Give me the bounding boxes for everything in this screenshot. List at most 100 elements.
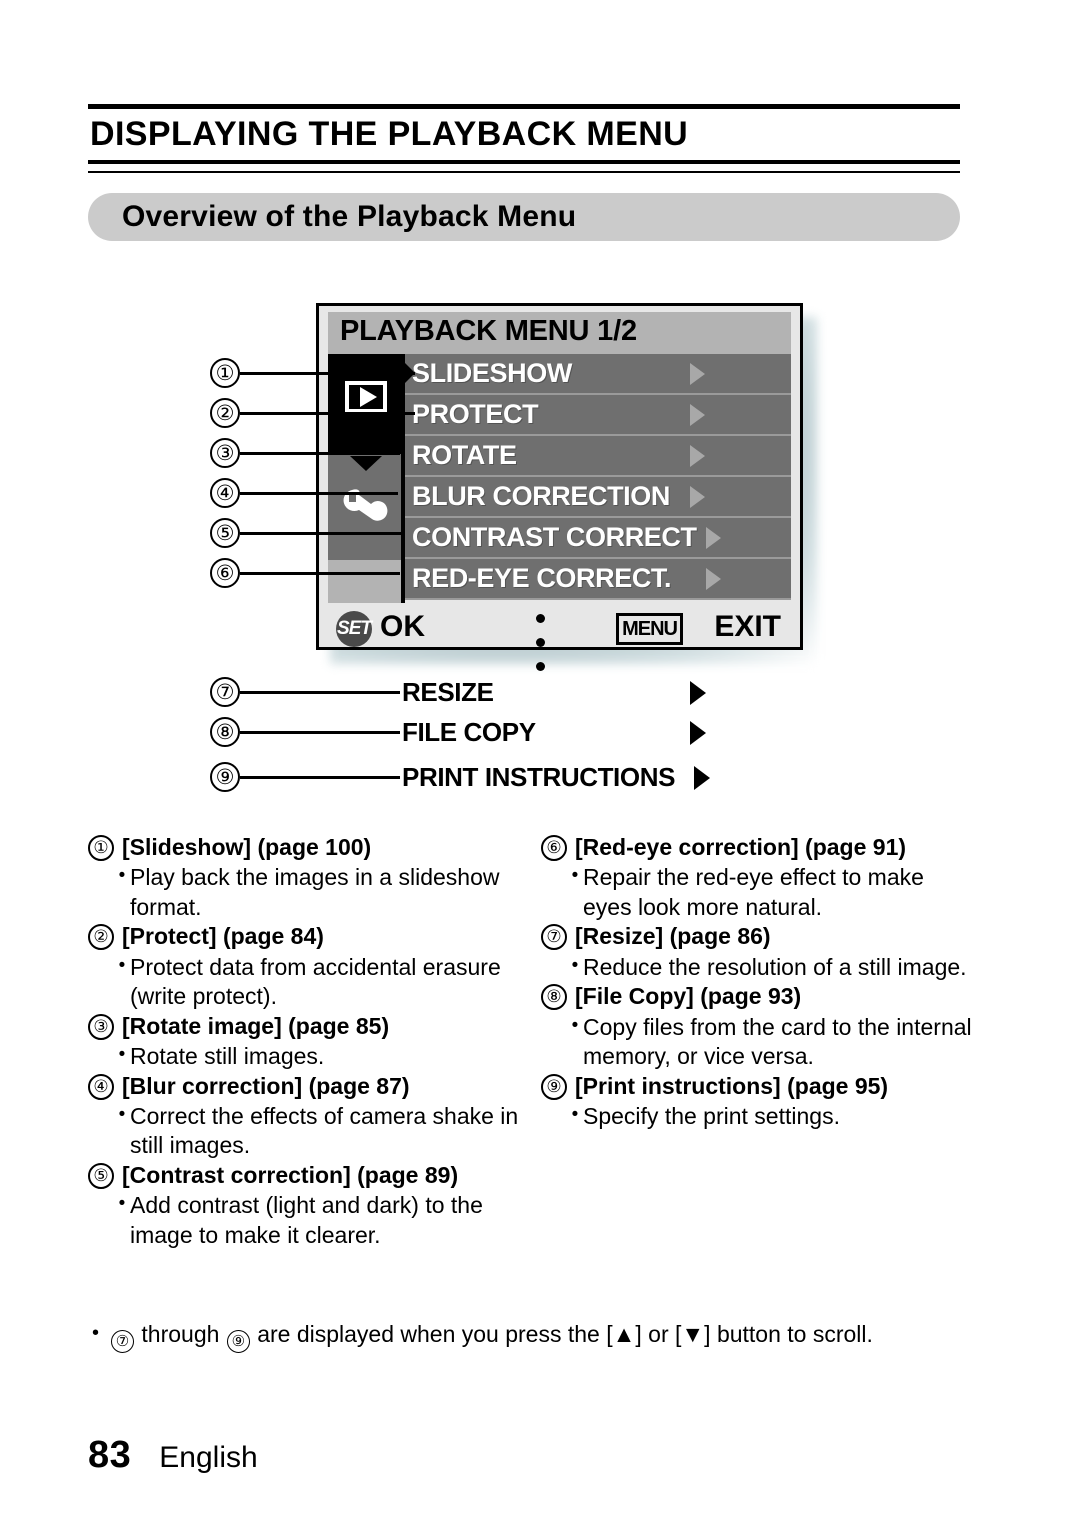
entry-heading: [Slideshow] (page 100) (122, 834, 372, 860)
footer-language: English (159, 1441, 258, 1474)
entry-bullet: Reduce the resolution of a still image. (583, 953, 967, 980)
sidebar-spacer (328, 430, 404, 454)
lcd-sidebar-tabs (328, 354, 404, 603)
entry-heading: [Blur correction] (page 87) (122, 1072, 410, 1099)
lcd-screen: PLAYBACK MENU 1/2 SLIDESHOW PROTECT ROTA… (316, 303, 803, 650)
entry-heading: [Protect] (page 84) (122, 923, 324, 950)
bullet-icon: • (92, 1322, 100, 1344)
description-entry: ⑤ [Contrast correction] (page 89) • Add … (88, 1161, 525, 1250)
ellipsis-dot (536, 638, 545, 647)
menu-row-label: RED-EYE CORRECT. (412, 563, 672, 593)
menu-row-label: ROTATE (412, 440, 517, 470)
callout-2: ② (210, 398, 240, 428)
playback-menu-illustration: PLAYBACK MENU 1/2 SLIDESHOW PROTECT ROTA… (316, 303, 817, 664)
entry-number: ④ (88, 1073, 114, 1100)
lcd-bottom-bar: SET OK MENU EXIT (328, 603, 791, 647)
menu-row-label: SLIDESHOW (412, 358, 572, 388)
entry-number: ② (88, 924, 114, 951)
menu-row[interactable]: RED-EYE CORRECT. (404, 559, 791, 600)
chevron-right-icon (690, 681, 706, 705)
description-entry: ⑧ [File Copy] (page 93) • Copy files fro… (541, 982, 978, 1071)
entry-number: ① (88, 835, 114, 861)
chevron-right-icon (690, 362, 705, 385)
entry-number: ③ (88, 1013, 114, 1040)
sidebar-fill-lower (328, 560, 404, 603)
callout-leader (240, 572, 400, 575)
callout-6: ⑥ (210, 558, 240, 588)
menu-row-label: PROTECT (412, 399, 539, 429)
scroll-item-label[interactable]: FILE COPY (402, 717, 536, 748)
entry-heading: [File Copy] (page 93) (575, 983, 802, 1010)
sidebar-fill-upper (328, 534, 404, 560)
menu-row[interactable]: CONTRAST CORRECT (404, 518, 791, 559)
entry-heading: [Contrast correction] (page 89) (122, 1161, 459, 1188)
description-entry: ③ [Rotate image] (page 85) • Rotate stil… (88, 1012, 525, 1072)
callout-leader (240, 452, 400, 455)
callout-leader (240, 691, 400, 694)
down-arrow-tab-icon[interactable] (328, 454, 404, 476)
entry-bullet: Add contrast (light and dark) to the ima… (130, 1192, 483, 1248)
lcd-menu-title: PLAYBACK MENU 1/2 (340, 315, 637, 347)
entry-number: ⑦ (541, 924, 567, 951)
bullet-icon: • (118, 865, 126, 887)
scroll-item-label[interactable]: PRINT INSTRUCTIONS (402, 762, 675, 793)
section-title: Overview of the Playback Menu (122, 200, 577, 233)
callout-1: ① (210, 358, 240, 388)
footnote-text-a: through (141, 1321, 220, 1347)
menu-row[interactable]: ROTATE (404, 436, 791, 477)
bullet-icon: • (118, 1103, 126, 1125)
entry-bullet: Correct the effects of camera shake in s… (130, 1102, 519, 1159)
menu-row[interactable]: BLUR CORRECTION (404, 477, 791, 518)
entry-bullet: Rotate still images. (130, 1043, 325, 1070)
scroll-item-label[interactable]: RESIZE (402, 677, 494, 708)
callout-leader (240, 731, 400, 734)
chevron-right-icon (694, 766, 710, 790)
description-column-left: ① [Slideshow] (page 100) • Play back the… (88, 833, 525, 1250)
callout-leader (240, 412, 415, 415)
callout-8: ⑧ (210, 717, 240, 747)
callout-leader (240, 492, 398, 495)
chevron-right-icon (706, 526, 721, 549)
chevron-right-icon (706, 567, 721, 590)
sidebar-divider (401, 354, 405, 603)
footnote: • ⑦ through ⑨ are displayed when you pre… (92, 1320, 972, 1354)
footnote-text-b: are displayed when you press the [▲] or … (257, 1321, 873, 1347)
heading-rule-bottom (88, 159, 960, 173)
description-entry: ② [Protect] (page 84) • Protect data fro… (88, 922, 525, 1011)
menu-row[interactable]: PROTECT (404, 395, 791, 436)
bullet-icon: • (571, 1103, 579, 1125)
wrench-tab-icon[interactable] (328, 476, 404, 534)
bullet-icon: • (571, 954, 579, 976)
entry-bullet: Protect data from accidental erasure (wr… (130, 953, 501, 1010)
menu-button-icon[interactable]: MENU (616, 613, 683, 645)
footnote-number-start: ⑦ (111, 1330, 134, 1354)
descriptions: ① [Slideshow] (page 100) • Play back the… (88, 833, 978, 1250)
bullet-icon: • (118, 1193, 126, 1215)
menu-row-label: BLUR CORRECTION (412, 481, 670, 511)
entry-number: ⑤ (88, 1162, 114, 1189)
chevron-right-icon (690, 403, 705, 426)
page-heading: DISPLAYING THE PLAYBACK MENU (88, 104, 960, 173)
entry-heading: [Rotate image] (page 85) (122, 1012, 390, 1039)
description-entry: ⑦ [Resize] (page 86) • Reduce the resolu… (541, 922, 978, 982)
ellipsis-dot (536, 614, 545, 623)
menu-row[interactable]: SLIDESHOW (404, 354, 791, 395)
set-button-icon[interactable]: SET (336, 611, 372, 647)
play-tab-icon[interactable] (328, 354, 404, 430)
chevron-right-icon (690, 721, 706, 745)
bullet-icon: • (118, 954, 126, 976)
entry-heading: [Resize] (page 86) (575, 923, 771, 950)
exit-label: EXIT (714, 610, 781, 643)
entry-bullet: Copy files from the card to the internal… (583, 1013, 972, 1070)
entry-heading: [Print instructions] (page 95) (575, 1072, 889, 1099)
description-entry: ⑥ [Red-eye correction] (page 91) • Repai… (541, 833, 978, 922)
lcd-menu-rows: SLIDESHOW PROTECT ROTATE BLUR CORRECTION… (404, 354, 791, 603)
footnote-number-end: ⑨ (226, 1330, 250, 1354)
footnote-text: ⑦ through ⑨ are displayed when you press… (110, 1320, 873, 1354)
section-banner: Overview of the Playback Menu (88, 193, 960, 241)
bullet-icon: • (571, 865, 579, 887)
page-number: 83 (88, 1434, 132, 1476)
entry-bullet: Specify the print settings. (583, 1102, 840, 1129)
description-entry: ④ [Blur correction] (page 87) • Correct … (88, 1072, 525, 1161)
description-column-right: ⑥ [Red-eye correction] (page 91) • Repai… (541, 833, 978, 1250)
